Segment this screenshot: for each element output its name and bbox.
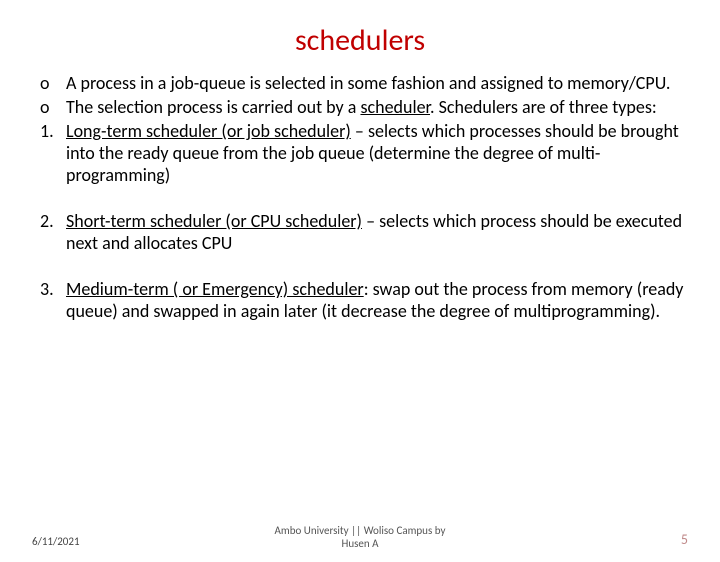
text-underline: scheduler	[360, 96, 430, 118]
text-fragment: The selection process is carried out by …	[66, 96, 360, 118]
slide-title: schedulers	[0, 22, 720, 59]
slide-body: o A process in a job-queue is selected i…	[0, 73, 720, 323]
footer-center: Ambo University || Woliso Campus by Huse…	[275, 524, 446, 550]
bullet-marker: o	[40, 97, 66, 119]
text-underline: Long-term scheduler (or job scheduler)	[66, 120, 351, 142]
spacer	[66, 189, 688, 211]
footer-source-line1: Ambo University || Woliso Campus by	[275, 524, 446, 537]
bullet-item: o The selection process is carried out b…	[66, 97, 688, 119]
numbered-item: 2. Short-term scheduler (or CPU schedule…	[66, 211, 688, 255]
bullet-text: The selection process is carried out by …	[66, 97, 688, 119]
numbered-text: Long-term scheduler (or job scheduler) –…	[66, 121, 688, 187]
number-marker: 3.	[40, 279, 66, 323]
bullet-item: o A process in a job-queue is selected i…	[66, 73, 688, 95]
numbered-item: 3. Medium-term ( or Emergency) scheduler…	[66, 279, 688, 323]
bullet-marker: o	[40, 73, 66, 95]
numbered-text: Medium-term ( or Emergency) scheduler: s…	[66, 279, 688, 323]
text-fragment: . Schedulers are of three types:	[430, 96, 657, 118]
number-marker: 2.	[40, 211, 66, 255]
numbered-text: Short-term scheduler (or CPU scheduler) …	[66, 211, 688, 255]
text-underline: Short-term scheduler (or CPU scheduler)	[66, 210, 362, 232]
slide: schedulers o A process in a job-queue is…	[0, 22, 720, 562]
numbered-item: 1. Long-term scheduler (or job scheduler…	[66, 121, 688, 187]
bullet-text: A process in a job-queue is selected in …	[66, 73, 688, 95]
number-marker: 1.	[40, 121, 66, 187]
footer-source-line2: Husen A	[275, 537, 446, 550]
footer-date: 6/11/2021	[32, 535, 80, 548]
spacer	[66, 257, 688, 279]
text-underline: Medium-term ( or Emergency) scheduler	[66, 278, 364, 300]
